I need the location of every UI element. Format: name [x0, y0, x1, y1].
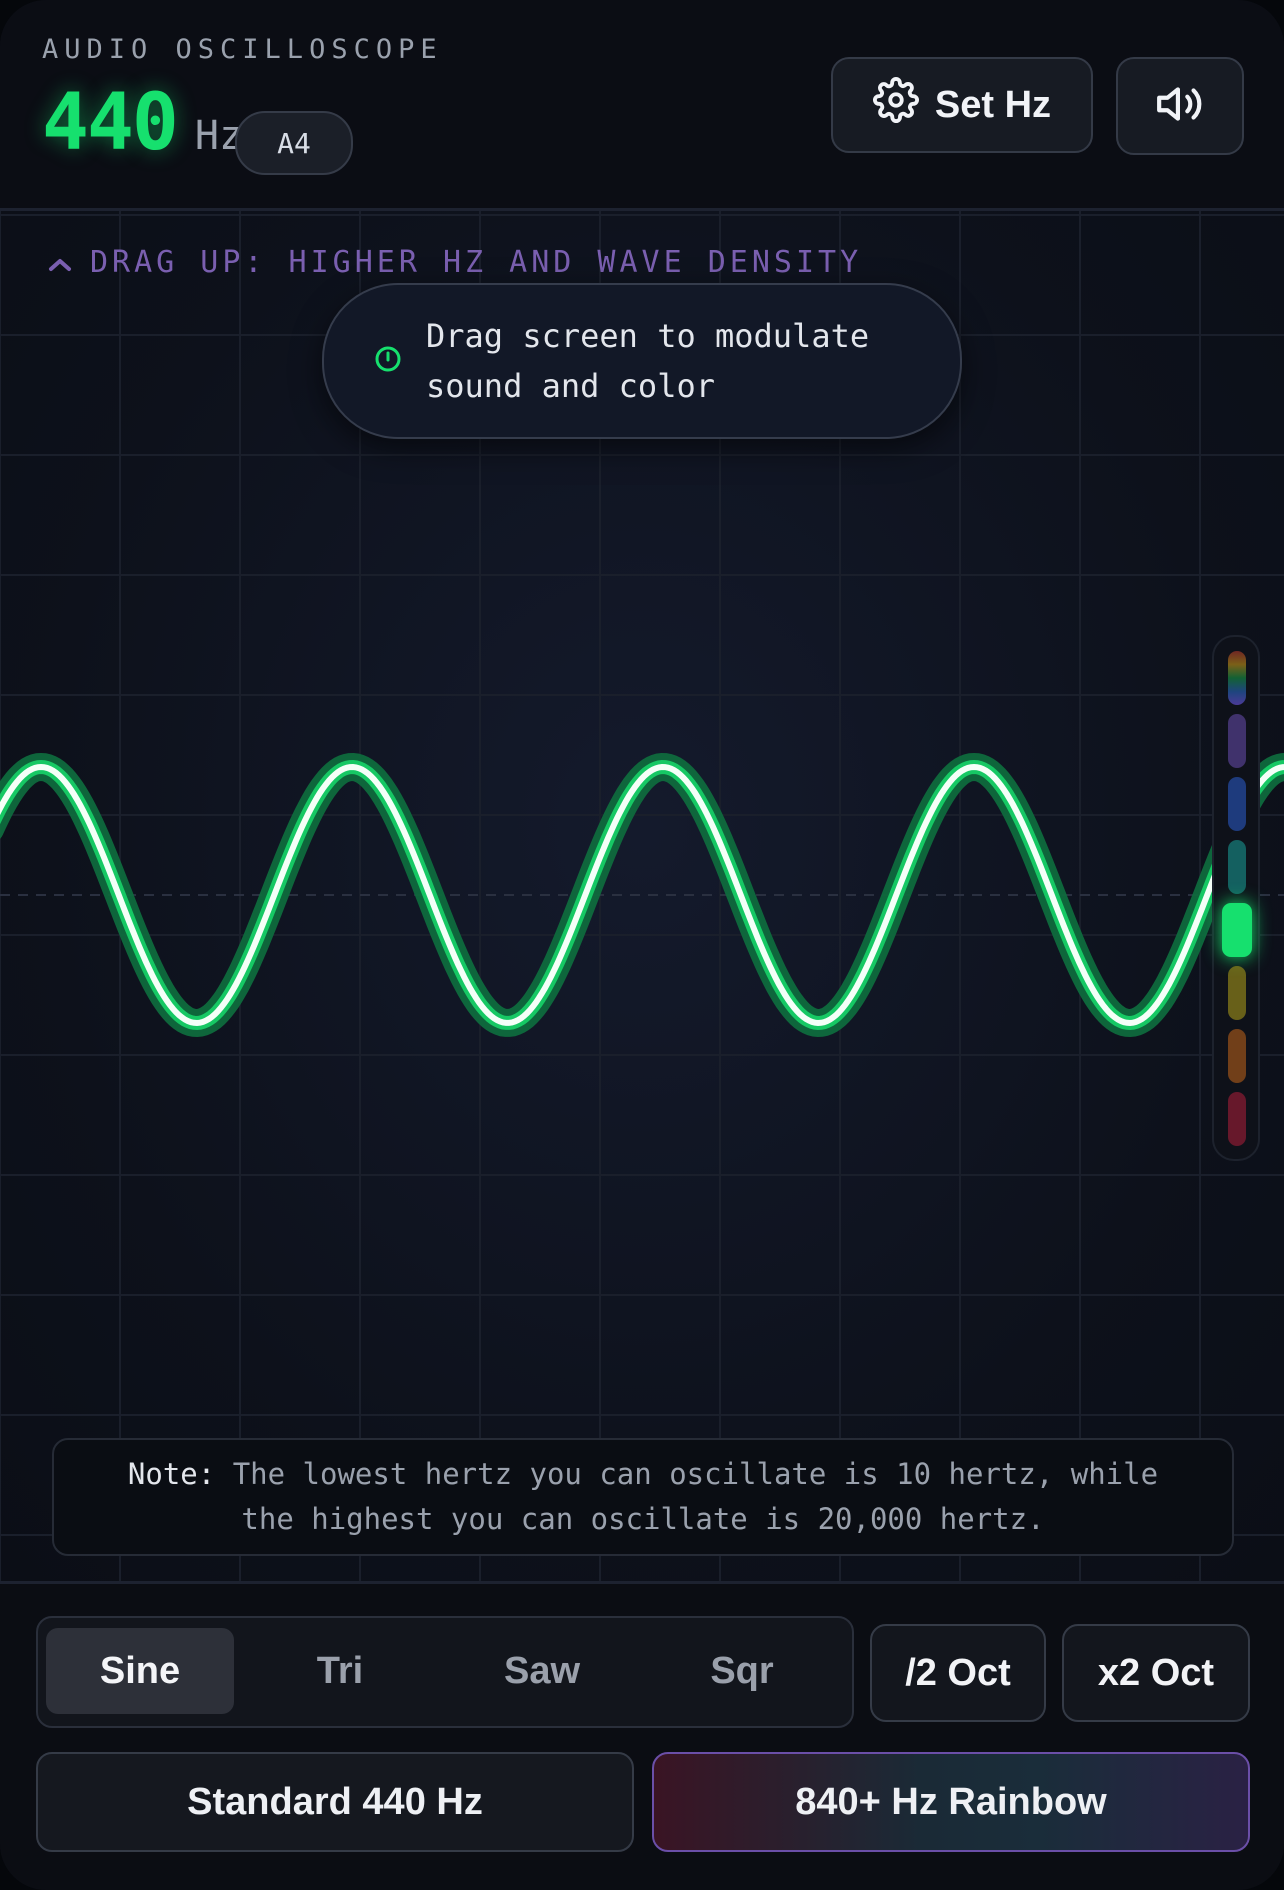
rainbow-preset-button[interactable]: 840+ Hz Rainbow [652, 1752, 1250, 1852]
spectrum-segment [1228, 840, 1246, 894]
drag-hint: DRAG UP: HIGHER HZ AND WAVE DENSITY [48, 245, 862, 280]
standard-preset-button[interactable]: Standard 440 Hz [36, 1752, 634, 1852]
spectrum-segment [1228, 651, 1246, 705]
modulate-tooltip: Drag screen to modulate sound and color [322, 283, 962, 439]
set-hz-button[interactable]: Set Hz [831, 57, 1093, 153]
note-label: Note: [127, 1457, 216, 1491]
spectrum-segment [1228, 966, 1246, 1020]
waveform-tabs: Sine Tri Saw Sqr [36, 1616, 854, 1728]
gear-icon [872, 77, 919, 133]
target-icon [374, 345, 402, 378]
speaker-volume-icon [1155, 79, 1205, 134]
tab-triangle[interactable]: Tri [246, 1628, 434, 1714]
octave-up-button[interactable]: x2 Oct [1062, 1624, 1250, 1722]
range-note: Note: The lowest hertz you can oscillate… [52, 1438, 1234, 1556]
header: AUDIO OSCILLOSCOPE 440 Hz A4 Set Hz [0, 0, 1284, 211]
frequency-value: 440 [42, 78, 179, 168]
bottom-controls: Sine Tri Saw Sqr /2 Oct x2 Oct Standard … [0, 1581, 1284, 1890]
octave-down-button[interactable]: /2 Oct [870, 1624, 1046, 1722]
spectrum-segment [1228, 1092, 1246, 1146]
set-hz-label: Set Hz [934, 83, 1052, 126]
tooltip-text: Drag screen to modulate sound and color [426, 317, 870, 405]
color-spectrum-indicator[interactable] [1212, 635, 1260, 1161]
oscilloscope-app: AUDIO OSCILLOSCOPE 440 Hz A4 Set Hz DRAG… [0, 0, 1284, 1890]
spectrum-segment [1228, 714, 1246, 768]
chevron-up-icon [48, 245, 72, 280]
spectrum-segment-active [1222, 903, 1252, 957]
oscilloscope-canvas[interactable]: DRAG UP: HIGHER HZ AND WAVE DENSITY Drag… [0, 211, 1284, 1581]
drag-hint-text: DRAG UP: HIGHER HZ AND WAVE DENSITY [90, 245, 863, 280]
note-badge: A4 [235, 111, 353, 175]
sound-toggle-button[interactable] [1116, 57, 1244, 155]
tab-sine[interactable]: Sine [46, 1628, 234, 1714]
spectrum-segment [1228, 1029, 1246, 1083]
tab-square[interactable]: Sqr [648, 1628, 836, 1714]
tab-sawtooth[interactable]: Saw [448, 1628, 636, 1714]
app-title: AUDIO OSCILLOSCOPE [42, 34, 443, 65]
frequency-readout: 440 Hz [42, 78, 243, 168]
note-text: The lowest hertz you can oscillate is 10… [232, 1457, 1159, 1536]
spectrum-segment [1228, 777, 1246, 831]
